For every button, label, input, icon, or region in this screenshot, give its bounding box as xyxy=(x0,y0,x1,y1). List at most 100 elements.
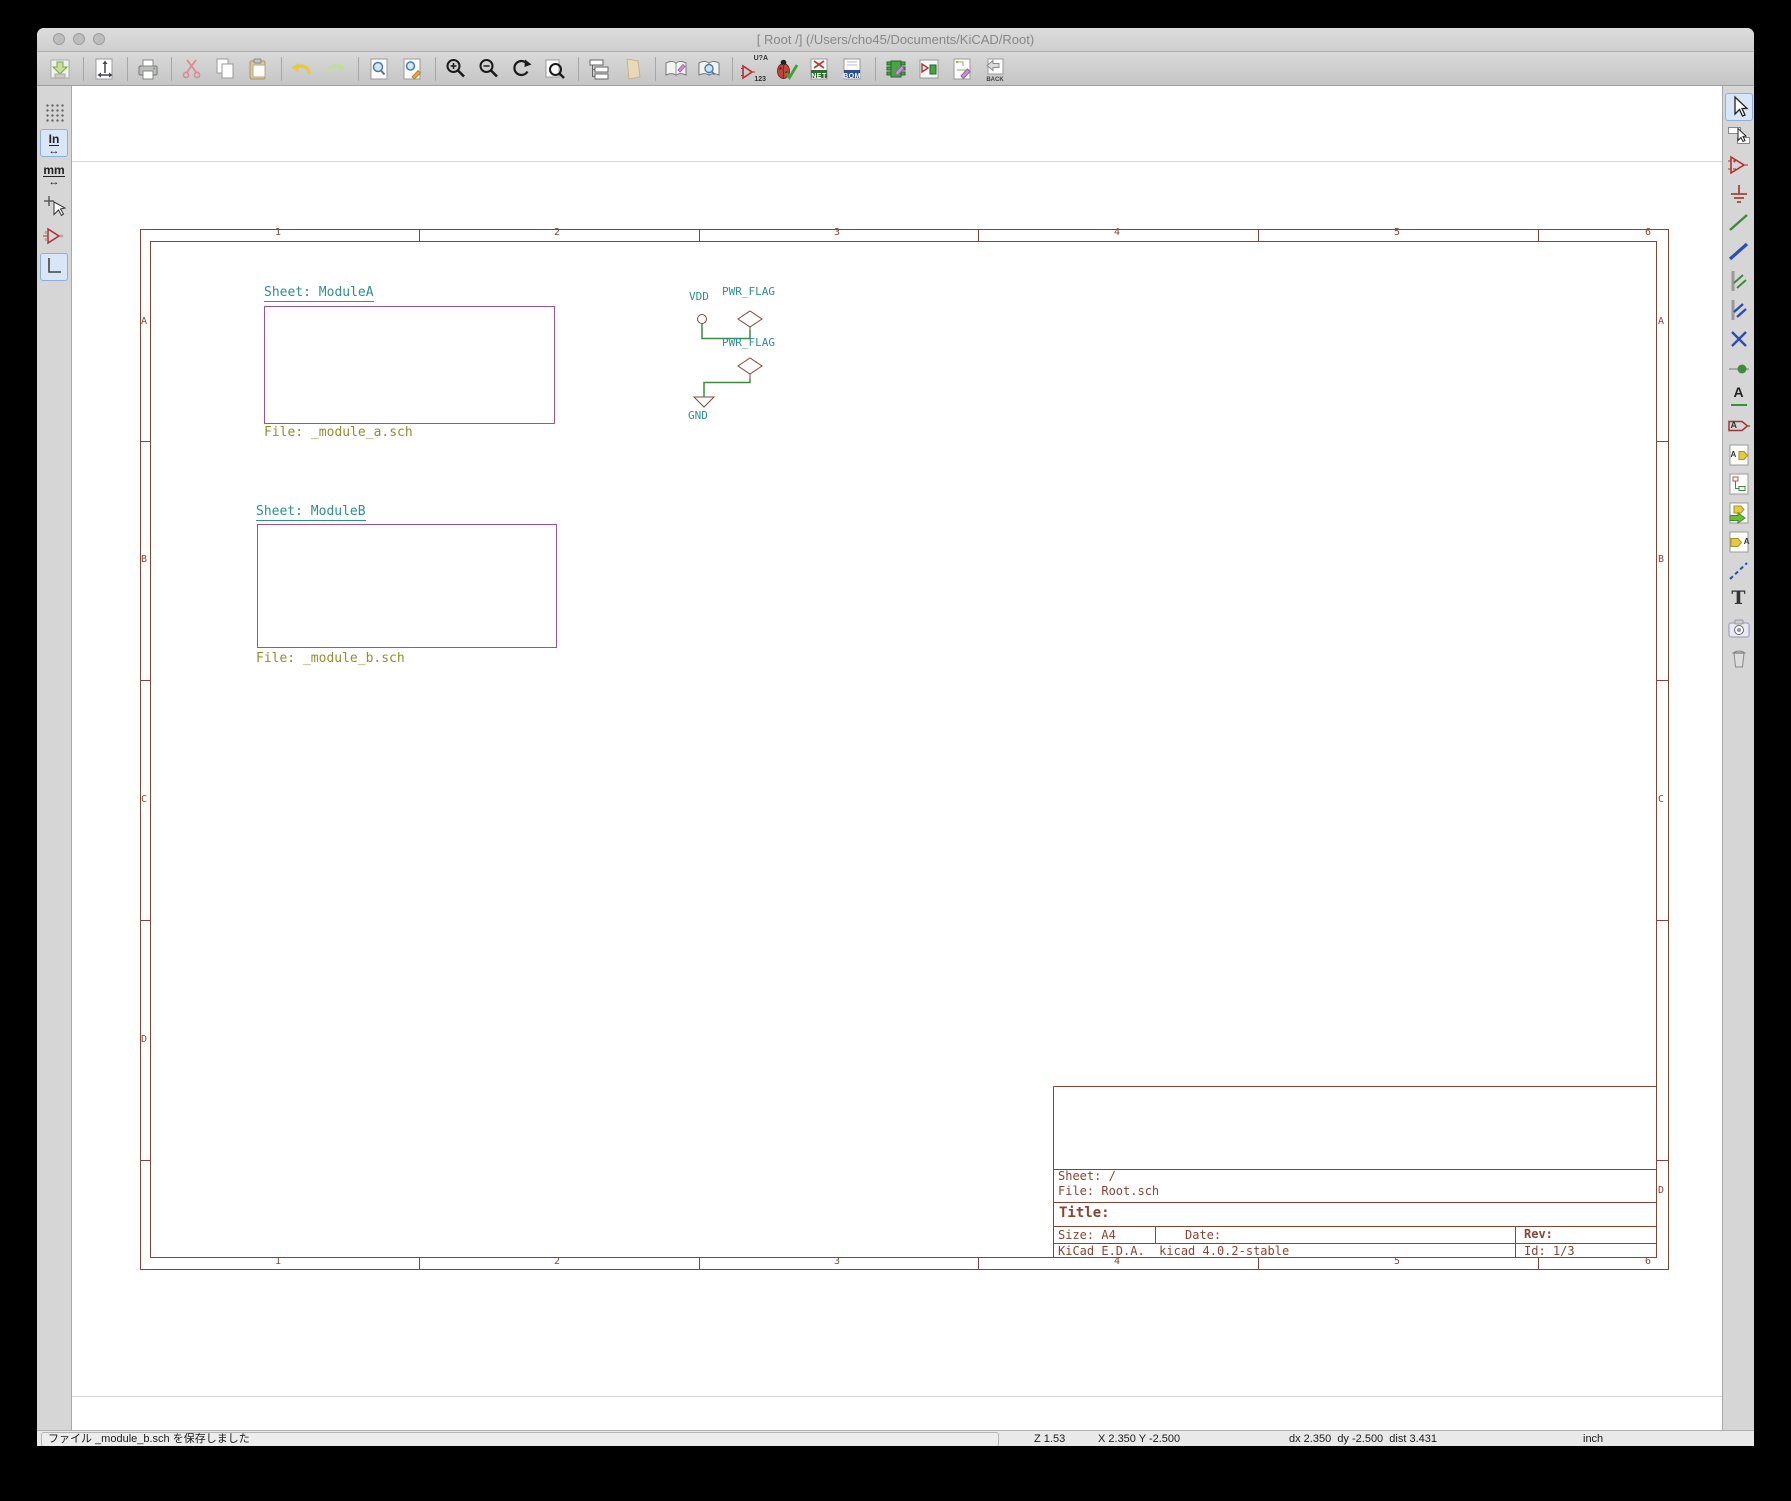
gnd-power-symbol[interactable] xyxy=(694,397,714,407)
status-message: ファイル _module_b.sch を保存しました xyxy=(41,1432,999,1446)
place-wire-button[interactable] xyxy=(1725,209,1753,237)
no-connect-flag-button[interactable] xyxy=(1725,325,1753,353)
bus-to-bus-entry-button[interactable] xyxy=(1725,296,1753,324)
cursor-shape-button[interactable] xyxy=(40,191,68,219)
titleblock-size: Size: A4 xyxy=(1058,1229,1116,1243)
sheet-column-label-bottom: 1 xyxy=(275,1256,281,1268)
pwr-flag-label-2[interactable]: PWR_FLAG xyxy=(722,337,775,350)
text-tool[interactable]: T xyxy=(1725,586,1753,614)
right-toolbar: AAAAT xyxy=(1722,86,1754,1430)
import-sheet-pin-button[interactable] xyxy=(1725,499,1753,527)
sheet-column-label-bottom: 4 xyxy=(1114,1256,1120,1268)
sheet-row-label-left: B xyxy=(141,554,147,566)
hierarchy-navigator-button[interactable] xyxy=(584,54,614,84)
sheet-name-modulea[interactable]: Sheet: ModuleA xyxy=(264,286,374,302)
run-pcbnew-button[interactable] xyxy=(947,54,977,84)
close-button[interactable] xyxy=(53,33,65,45)
assign-footprints-button[interactable] xyxy=(881,54,911,84)
find-replace-button[interactable] xyxy=(397,54,427,84)
page-settings-button[interactable] xyxy=(89,54,119,84)
place-bus-button[interactable] xyxy=(1725,238,1753,266)
sheet-symbol-moduleb[interactable] xyxy=(257,524,557,648)
save-schematic-button[interactable] xyxy=(45,54,75,84)
sheet-row-label-right: C xyxy=(1658,794,1664,806)
erc-check-button[interactable] xyxy=(771,54,801,84)
back-annotate-button[interactable]: BACK xyxy=(980,54,1010,84)
footprint-editor-button[interactable] xyxy=(914,54,944,84)
place-power-port-button[interactable] xyxy=(1725,180,1753,208)
library-browser-button[interactable] xyxy=(694,54,724,84)
pwr-flag-symbol-1[interactable] xyxy=(738,311,762,327)
status-units: inch xyxy=(1583,1433,1603,1446)
title-block-lines xyxy=(1054,1087,1657,1258)
place-junction-button[interactable] xyxy=(1725,354,1753,382)
leave-sheet-button[interactable] xyxy=(617,54,647,84)
pwr-flag-label-1[interactable]: PWR_FLAG xyxy=(722,286,775,299)
sheet-name-moduleb[interactable]: Sheet: ModuleB xyxy=(256,505,366,521)
library-editor-button[interactable] xyxy=(661,54,691,84)
sheet-file-modulea: File: _module_a.sch xyxy=(264,426,413,441)
sheet-symbol-modulea[interactable] xyxy=(264,306,555,424)
minimize-button[interactable] xyxy=(73,33,85,45)
zoom-out-button[interactable] xyxy=(474,54,504,84)
zoom-button[interactable] xyxy=(93,33,105,45)
status-cursor-position: X 2.350 Y -2.500 xyxy=(1098,1433,1180,1446)
desktop-background: [ Root /] (/Users/cho45/Documents/KiCAD/… xyxy=(0,0,1791,1501)
status-delta: dx 2.350 dy -2.500 dist 3.431 xyxy=(1289,1433,1437,1446)
redo-button[interactable] xyxy=(320,54,350,84)
sheet-column-label-top: 2 xyxy=(554,227,560,239)
toolbar-separator xyxy=(875,57,876,81)
place-image-button[interactable] xyxy=(1725,615,1753,643)
delete-tool[interactable] xyxy=(1725,644,1753,672)
paste-button[interactable] xyxy=(243,54,273,84)
titlebar[interactable]: [ Root /] (/Users/cho45/Documents/KiCAD/… xyxy=(37,28,1754,52)
titleblock-rev: Rev: xyxy=(1524,1228,1553,1242)
sheet-row-label-right: B xyxy=(1658,554,1664,566)
titleblock-title: Title: xyxy=(1059,1205,1110,1221)
sheet-row-label-right: D xyxy=(1658,1185,1664,1197)
copy-button[interactable] xyxy=(210,54,240,84)
schematic-canvas[interactable]: Sheet: ModuleA File: _module_a.sch Sheet… xyxy=(72,86,1722,1430)
titleblock-id: Id: 1/3 xyxy=(1524,1245,1575,1259)
units-mm-button[interactable]: mm↔ xyxy=(40,160,68,188)
graphic-line-button[interactable] xyxy=(1725,557,1753,585)
undo-button[interactable] xyxy=(287,54,317,84)
global-label-button[interactable]: A xyxy=(1725,412,1753,440)
toolbar-separator xyxy=(127,57,128,81)
sheet-file-moduleb: File: _module_b.sch xyxy=(256,652,405,667)
eeschema-window: [ Root /] (/Users/cho45/Documents/KiCAD/… xyxy=(37,28,1754,1446)
hidden-pins-toggle[interactable] xyxy=(40,222,68,250)
sheet-column-label-top: 6 xyxy=(1645,227,1651,239)
toolbar-separator xyxy=(732,57,733,81)
vdd-label[interactable]: VDD xyxy=(689,291,709,304)
status-bar: ファイル _module_b.sch を保存しました Z 1.53 X 2.35… xyxy=(37,1430,1754,1446)
print-button[interactable] xyxy=(133,54,163,84)
redraw-view-button[interactable] xyxy=(507,54,537,84)
sheet-column-label-bottom: 5 xyxy=(1394,1256,1400,1268)
net-label-button[interactable]: A xyxy=(1725,383,1753,411)
sheet-column-label-top: 3 xyxy=(834,227,840,239)
hierarchical-label-button[interactable]: A xyxy=(1725,441,1753,469)
window-controls xyxy=(53,33,105,45)
cut-button[interactable] xyxy=(177,54,207,84)
highlight-net-button[interactable] xyxy=(1725,122,1753,150)
bom-button[interactable]: BOM xyxy=(837,54,867,84)
select-tool[interactable] xyxy=(1725,93,1753,121)
annotate-button[interactable]: U?A123 xyxy=(738,54,768,84)
place-sheet-pin-button[interactable]: A xyxy=(1725,528,1753,556)
netlist-button[interactable]: NET xyxy=(804,54,834,84)
hv-wire-mode-button[interactable] xyxy=(40,253,68,281)
zoom-in-button[interactable] xyxy=(441,54,471,84)
zoom-fit-button[interactable] xyxy=(540,54,570,84)
wire-to-bus-entry-button[interactable] xyxy=(1725,267,1753,295)
units-inches-button[interactable]: In↔ xyxy=(40,129,68,157)
wire-gnd-pwrflag[interactable] xyxy=(704,379,750,397)
gnd-label[interactable]: GND xyxy=(688,410,708,423)
pwr-flag-symbol-2[interactable] xyxy=(738,358,762,374)
place-component-button[interactable] xyxy=(1725,151,1753,179)
grid-toggle[interactable] xyxy=(40,98,68,126)
vdd-power-symbol[interactable] xyxy=(698,315,707,324)
find-button[interactable] xyxy=(364,54,394,84)
hierarchical-sheet-button[interactable] xyxy=(1725,470,1753,498)
status-zoom-level: Z 1.53 xyxy=(1034,1433,1065,1446)
